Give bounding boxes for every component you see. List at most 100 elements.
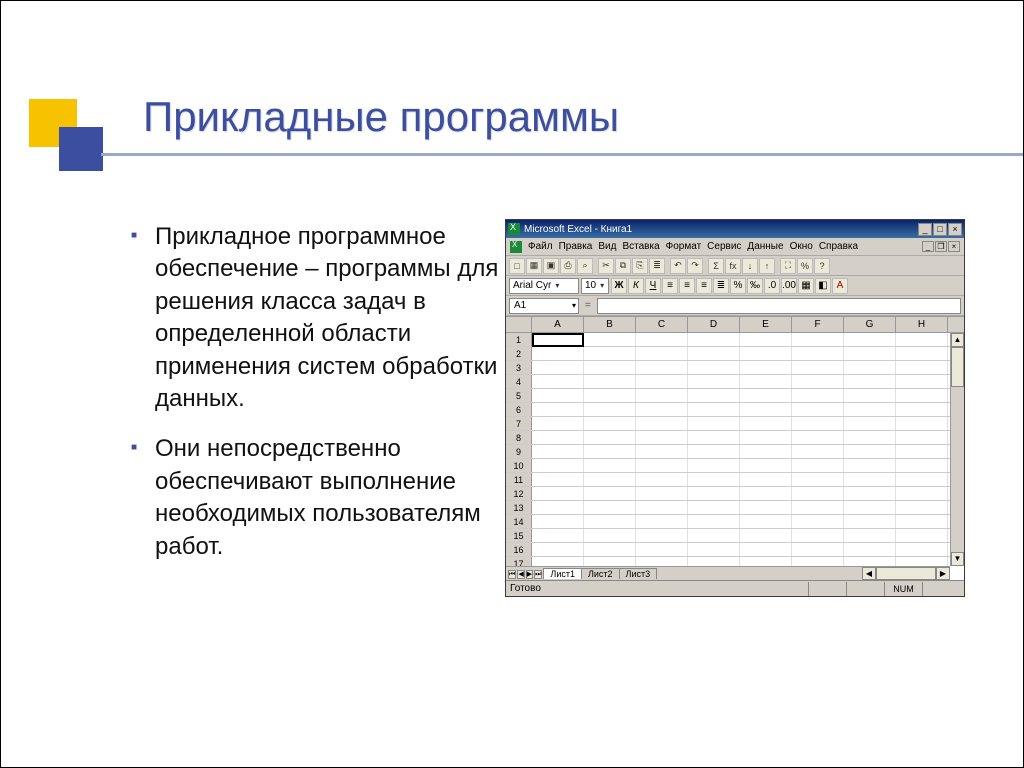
window-minimize-button[interactable]: _: [918, 223, 932, 236]
cell[interactable]: [792, 459, 844, 472]
cell[interactable]: [636, 445, 688, 458]
row-header[interactable]: 10: [506, 459, 532, 472]
cell[interactable]: [792, 431, 844, 444]
cell[interactable]: [740, 333, 792, 346]
cell[interactable]: [844, 417, 896, 430]
cell[interactable]: [532, 389, 584, 402]
menu-view[interactable]: Вид: [598, 241, 616, 252]
cell[interactable]: [844, 543, 896, 556]
cell[interactable]: [740, 375, 792, 388]
sheet-nav-button[interactable]: ▶: [526, 570, 533, 579]
cell[interactable]: [636, 515, 688, 528]
cell[interactable]: [844, 403, 896, 416]
cell[interactable]: [792, 557, 844, 566]
cell[interactable]: [584, 361, 636, 374]
cell[interactable]: [896, 375, 948, 388]
row-header[interactable]: 8: [506, 431, 532, 444]
cell[interactable]: [688, 543, 740, 556]
menu-format[interactable]: Формат: [666, 241, 702, 252]
sheet-nav-button[interactable]: ◀: [517, 570, 524, 579]
cell[interactable]: [688, 445, 740, 458]
cell[interactable]: [636, 431, 688, 444]
font-name-dropdown[interactable]: Arial Cyr: [509, 278, 579, 294]
toolbar-button[interactable]: ⌕: [577, 258, 593, 274]
window-close-button[interactable]: ×: [948, 223, 962, 236]
cell[interactable]: [532, 543, 584, 556]
row-header[interactable]: 17: [506, 557, 532, 566]
toolbar-button[interactable]: ⎘: [632, 258, 648, 274]
cell[interactable]: [792, 515, 844, 528]
cell[interactable]: [584, 543, 636, 556]
cell[interactable]: [688, 529, 740, 542]
cell[interactable]: [532, 445, 584, 458]
cell[interactable]: [532, 557, 584, 566]
hscroll-thumb[interactable]: [876, 567, 936, 580]
column-header[interactable]: A: [532, 317, 584, 332]
cell[interactable]: [532, 487, 584, 500]
format-button[interactable]: ‰: [747, 278, 763, 294]
toolbar-button[interactable]: ?: [814, 258, 830, 274]
cell[interactable]: [740, 417, 792, 430]
row-header[interactable]: 4: [506, 375, 532, 388]
cell[interactable]: [636, 347, 688, 360]
scroll-left-icon[interactable]: ◀: [862, 567, 876, 580]
cell[interactable]: [636, 375, 688, 388]
menu-file[interactable]: Файл: [528, 241, 553, 252]
cell[interactable]: [532, 333, 584, 346]
cell[interactable]: [792, 445, 844, 458]
cell[interactable]: [740, 557, 792, 566]
format-button[interactable]: ≡: [696, 278, 712, 294]
cell[interactable]: [844, 459, 896, 472]
column-header[interactable]: G: [844, 317, 896, 332]
formula-input[interactable]: [597, 298, 961, 314]
cell[interactable]: [532, 459, 584, 472]
cell[interactable]: [740, 487, 792, 500]
row-header[interactable]: 11: [506, 473, 532, 486]
cell[interactable]: [792, 417, 844, 430]
cell[interactable]: [636, 417, 688, 430]
cell[interactable]: [688, 487, 740, 500]
cell[interactable]: [584, 375, 636, 388]
window-maximize-button[interactable]: □: [933, 223, 947, 236]
cell[interactable]: [532, 501, 584, 514]
cell[interactable]: [844, 431, 896, 444]
format-button[interactable]: .0: [764, 278, 780, 294]
cell[interactable]: [584, 501, 636, 514]
format-button[interactable]: %: [730, 278, 746, 294]
cell[interactable]: [584, 529, 636, 542]
row-header[interactable]: 12: [506, 487, 532, 500]
cell[interactable]: [896, 347, 948, 360]
cell[interactable]: [740, 403, 792, 416]
format-button[interactable]: ◧: [815, 278, 831, 294]
row-header[interactable]: 16: [506, 543, 532, 556]
doc-close-button[interactable]: ×: [948, 241, 960, 252]
cell[interactable]: [896, 389, 948, 402]
cell[interactable]: [688, 375, 740, 388]
row-header[interactable]: 13: [506, 501, 532, 514]
row-header[interactable]: 5: [506, 389, 532, 402]
cell[interactable]: [792, 501, 844, 514]
cell[interactable]: [532, 347, 584, 360]
cell[interactable]: [792, 403, 844, 416]
menu-window[interactable]: Окно: [790, 241, 813, 252]
worksheet-grid[interactable]: ABCDEFGH 1234567891011121314151617181920…: [506, 316, 964, 580]
cell[interactable]: [636, 473, 688, 486]
cell[interactable]: [532, 403, 584, 416]
cell[interactable]: [844, 557, 896, 566]
doc-minimize-button[interactable]: _: [922, 241, 934, 252]
column-header[interactable]: F: [792, 317, 844, 332]
cell[interactable]: [636, 361, 688, 374]
cell[interactable]: [532, 361, 584, 374]
cell[interactable]: [896, 557, 948, 566]
doc-restore-button[interactable]: ❐: [935, 241, 947, 252]
cell[interactable]: [636, 557, 688, 566]
sheet-tab[interactable]: Лист3: [619, 568, 658, 579]
toolbar-button[interactable]: ▣: [543, 258, 559, 274]
toolbar-button[interactable]: %: [797, 258, 813, 274]
cell[interactable]: [792, 361, 844, 374]
row-header[interactable]: 14: [506, 515, 532, 528]
vertical-scrollbar[interactable]: ▲ ▼: [950, 333, 964, 566]
cell[interactable]: [740, 543, 792, 556]
cell[interactable]: [740, 389, 792, 402]
cell[interactable]: [792, 333, 844, 346]
